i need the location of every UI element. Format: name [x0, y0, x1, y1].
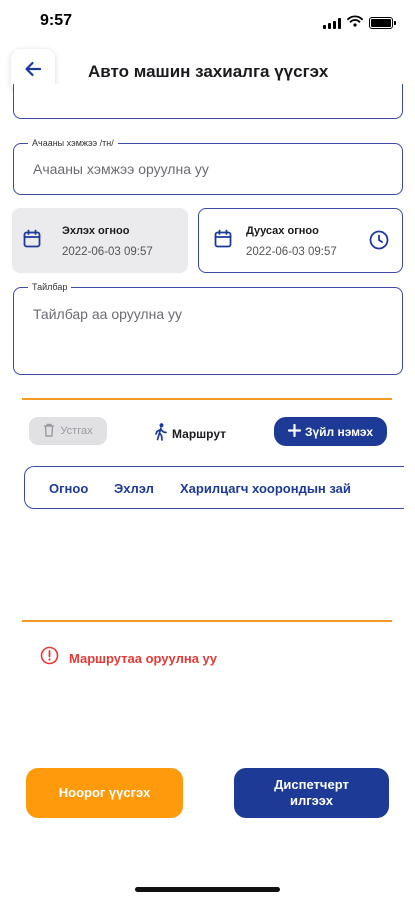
end-date-value: 2022-06-03 09:57 [246, 246, 337, 258]
page-title: Авто машин захиалга үүсгэх [88, 62, 329, 81]
trash-icon [43, 423, 55, 440]
route-error: Маршрутаа оруулна уу [40, 646, 217, 670]
send-to-dispatcher-label: Диспетчерт илгээх [274, 777, 349, 808]
end-date-title: Дуусах огноо [246, 225, 319, 237]
section-divider-bottom [22, 620, 392, 622]
add-item-label: Зүйл нэмэх [304, 424, 374, 439]
clock-icon[interactable] [368, 229, 390, 256]
column-date: Огноо [49, 481, 89, 496]
error-message: Маршрутаа оруулна уу [69, 650, 218, 666]
status-icons [323, 14, 396, 32]
column-distance: Харилцагч хоорондын зай [180, 481, 351, 496]
wifi-icon [347, 14, 363, 32]
add-item-button[interactable]: Зүйл нэмэх [274, 417, 387, 446]
calendar-icon [22, 229, 42, 254]
clear-button-label: Устгах [60, 425, 93, 437]
walking-person-icon [154, 423, 168, 444]
error-circle-icon [40, 646, 59, 670]
plus-icon [287, 423, 302, 440]
status-time: 9:57 [40, 12, 73, 29]
send-to-dispatcher-button[interactable]: Диспетчерт илгээх [234, 768, 389, 818]
battery-icon [369, 17, 396, 29]
load-size-input[interactable] [33, 161, 388, 177]
start-date-picker[interactable]: Эхлэх огноо 2022-06-03 09:57 [12, 208, 188, 273]
arrow-left-icon [23, 59, 43, 84]
route-label-text: Маршрут [172, 426, 227, 441]
calendar-icon [213, 229, 233, 254]
description-field[interactable]: Тайлбар [13, 282, 403, 375]
signal-icon [323, 17, 341, 29]
column-start: Эхлэл [114, 481, 154, 496]
start-date-value: 2022-06-03 09:57 [62, 246, 153, 258]
route-label: Маршрут [154, 423, 226, 444]
load-size-field[interactable]: Ачааны хэмжээ /тн/ [13, 138, 403, 195]
previous-field[interactable] [13, 84, 403, 119]
description-input[interactable] [33, 306, 388, 364]
start-date-title: Эхлэх огноо [62, 225, 130, 237]
end-date-picker[interactable]: Дуусах огноо 2022-06-03 09:57 [198, 208, 403, 273]
create-draft-label: Ноорог үүсгэх [58, 785, 151, 800]
section-divider-top [22, 398, 392, 400]
create-draft-button[interactable]: Ноорог үүсгэх [26, 768, 183, 818]
clear-button[interactable]: Устгах [29, 417, 107, 445]
home-indicator [135, 887, 280, 892]
route-table-header: Огноо Эхлэл Харилцагч хоорондын зай [24, 466, 404, 509]
status-bar: 9:57 [0, 0, 415, 44]
description-label: Тайлбар [28, 282, 72, 293]
load-size-label: Ачааны хэмжээ /тн/ [28, 138, 118, 149]
